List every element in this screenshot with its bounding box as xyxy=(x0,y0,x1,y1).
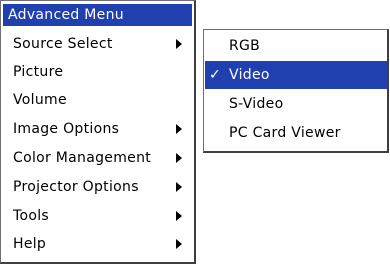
menu-item-label: Color Management xyxy=(13,150,152,166)
source-option-label: Video xyxy=(229,67,270,83)
menu-item-tools[interactable]: Tools xyxy=(3,202,192,230)
submenu-arrow-icon xyxy=(176,182,182,192)
menu-item-label: Image Options xyxy=(13,121,120,137)
menu-item-color-management[interactable]: Color Management xyxy=(3,144,192,172)
menu-item-help[interactable]: Help xyxy=(3,230,192,258)
checkmark-icon: ✓ xyxy=(209,67,222,83)
submenu-arrow-icon xyxy=(176,211,182,221)
menu-item-label: Tools xyxy=(13,208,49,224)
menu-item-image-options[interactable]: Image Options xyxy=(3,115,192,143)
menu-item-label: Help xyxy=(13,236,47,252)
advanced-menu: Advanced Menu Source Select Picture Volu… xyxy=(0,0,196,264)
source-option-pc-card-viewer[interactable]: PC Card Viewer xyxy=(205,119,387,147)
source-option-label: S-Video xyxy=(229,96,284,112)
source-option-label: RGB xyxy=(229,38,261,54)
submenu-arrow-icon xyxy=(176,239,182,249)
menu-item-label: Projector Options xyxy=(13,179,139,195)
submenu-arrow-icon xyxy=(176,124,182,134)
menu-item-volume[interactable]: Volume xyxy=(3,86,192,114)
submenu-arrow-icon xyxy=(176,39,182,49)
menu-item-label: Source Select xyxy=(13,36,113,52)
source-option-s-video[interactable]: S-Video xyxy=(205,90,387,118)
menu-item-source-select[interactable]: Source Select xyxy=(3,30,192,58)
submenu-arrow-icon xyxy=(176,153,182,163)
source-option-rgb[interactable]: RGB xyxy=(205,32,387,60)
menu-item-projector-options[interactable]: Projector Options xyxy=(3,173,192,201)
menu-item-label: Picture xyxy=(13,64,64,80)
source-select-submenu: RGB ✓ Video S-Video PC Card Viewer xyxy=(203,29,389,153)
menu-item-label: Volume xyxy=(13,92,67,108)
menu-title: Advanced Menu xyxy=(3,4,192,26)
source-option-label: PC Card Viewer xyxy=(229,125,341,141)
source-option-video[interactable]: ✓ Video xyxy=(205,61,387,89)
menu-item-picture[interactable]: Picture xyxy=(3,58,192,86)
